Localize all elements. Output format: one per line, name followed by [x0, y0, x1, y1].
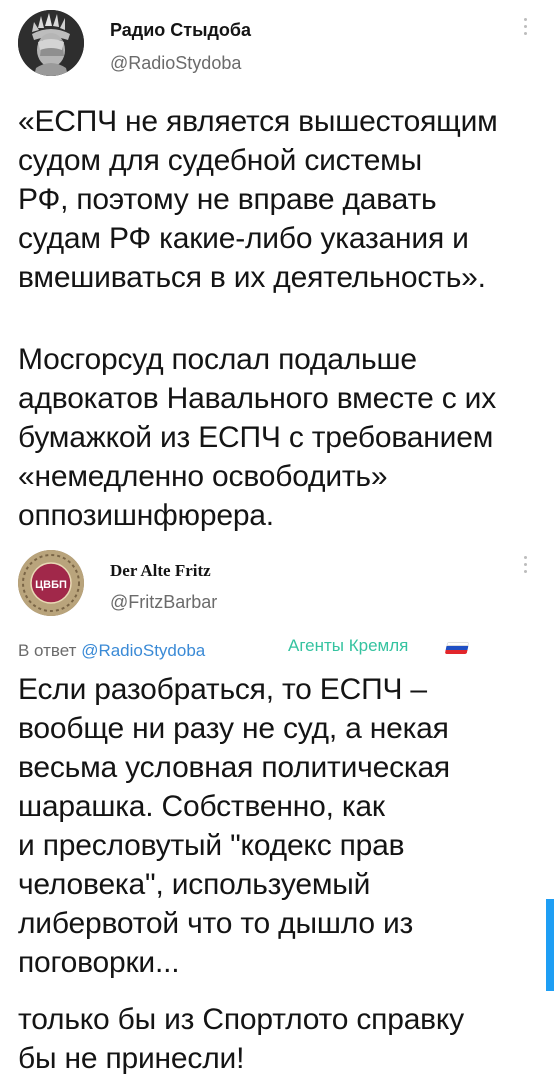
- russia-flag-icon: [444, 642, 470, 654]
- more-vertical-icon[interactable]: [524, 18, 530, 35]
- reply-to-line: В ответ @RadioStydoba: [18, 641, 205, 661]
- agent-label: Агенты Кремля: [288, 636, 409, 655]
- more-vertical-icon[interactable]: [524, 556, 530, 573]
- reply-tweet-card[interactable]: ЦВБП Der Alte Fritz @FritzBarbar В ответ…: [0, 540, 554, 1080]
- author-name[interactable]: Der Alte Fritz: [110, 561, 211, 581]
- avatar[interactable]: ЦВБП: [18, 550, 84, 616]
- avatar-badge-text: ЦВБП: [35, 579, 67, 591]
- scroll-indicator[interactable]: [546, 899, 554, 991]
- tweet-text: только бы из Спортлото справку бы не при…: [18, 1003, 464, 1075]
- tweet-card[interactable]: Радио Стыдоба @RadioStydoba «ЕСПЧ не явл…: [0, 0, 554, 540]
- cvbp-badge-icon: ЦВБП: [18, 550, 84, 616]
- reply-prefix: В ответ: [18, 641, 77, 660]
- author-name[interactable]: Радио Стыдоба: [110, 20, 251, 41]
- tweet-text: Если разобраться, то ЕСПЧ – вообще ни ра…: [18, 673, 450, 979]
- author-handle[interactable]: @FritzBarbar: [110, 592, 217, 613]
- reply-mention-link[interactable]: @RadioStydoba: [81, 641, 205, 660]
- tweet-text: «ЕСПЧ не является вышестоящим судом для …: [18, 105, 498, 294]
- avatar[interactable]: [18, 10, 84, 76]
- tweet-text: Мосгорсуд послал подальше адвокатов Нава…: [18, 343, 496, 532]
- author-handle[interactable]: @RadioStydoba: [110, 53, 241, 74]
- statue-of-liberty-facepalm-icon: [18, 10, 84, 76]
